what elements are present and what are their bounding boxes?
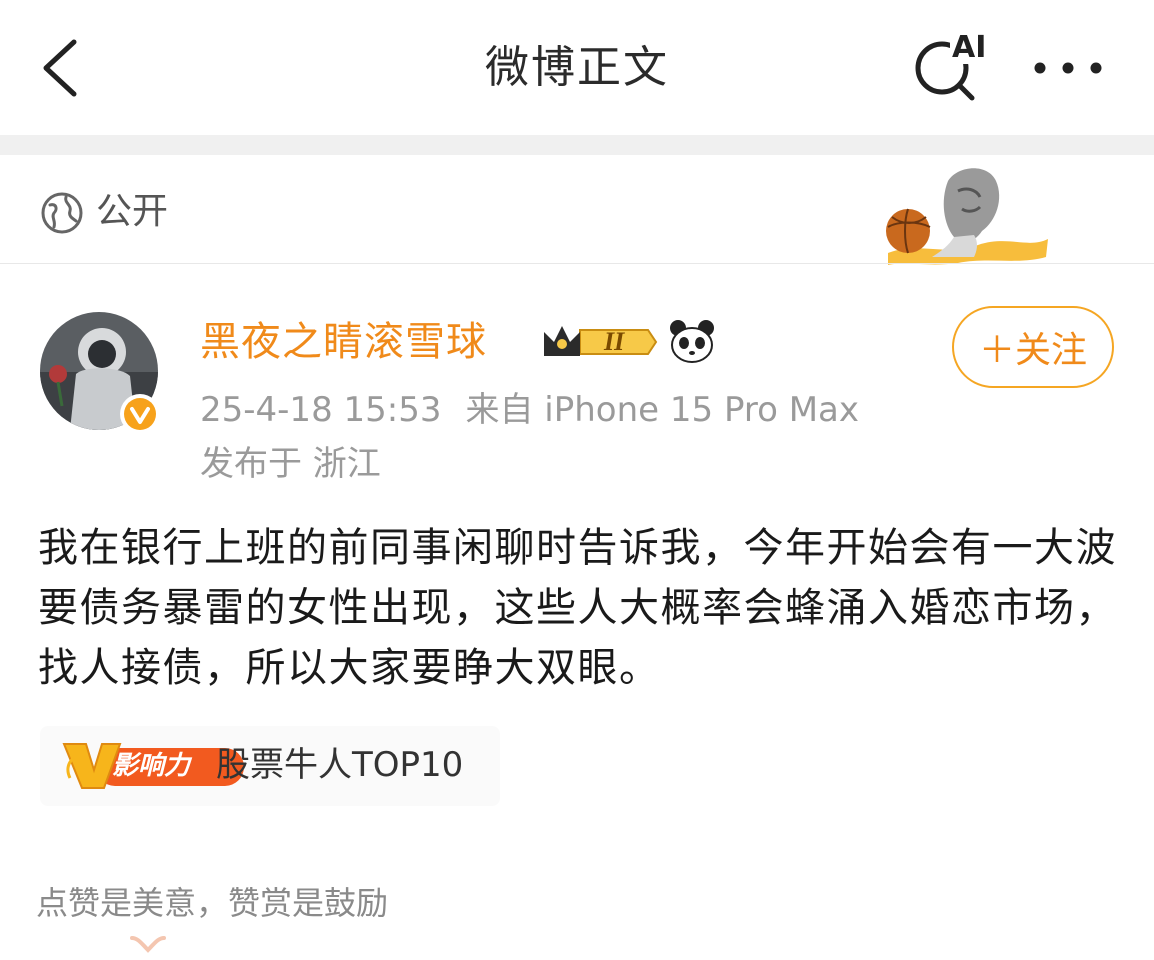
basketball-sticker-decoration — [886, 168, 1048, 265]
reward-heart-icon — [130, 936, 166, 953]
section-divider — [0, 135, 1154, 155]
post-meta: 25-4-18 15:53 来自 iPhone 15 Pro Max — [200, 384, 859, 436]
influence-tag[interactable]: 影响力 股票牛人TOP10 — [40, 726, 500, 806]
visibility-label: 公开 — [96, 191, 169, 232]
post-source: 来自 iPhone 15 Pro Max — [465, 390, 860, 430]
follow-button[interactable]: ＋关注 — [952, 306, 1114, 388]
more-button[interactable] — [1030, 56, 1110, 80]
post-timestamp: 25-4-18 15:53 — [200, 390, 442, 430]
ai-label: AI — [952, 30, 987, 65]
more-dots-icon — [1034, 62, 1102, 74]
reward-hint: 点赞是美意，赞赏是鼓励 — [36, 884, 389, 922]
divider-line — [0, 263, 1154, 264]
ai-search-button[interactable]: AI — [910, 30, 992, 104]
panda-icon — [670, 320, 714, 363]
influence-text: 股票牛人TOP10 — [216, 745, 464, 785]
top-nav-bar: 微博正文 AI — [0, 0, 1154, 135]
crown-level-icon — [544, 326, 658, 356]
globe-icon — [41, 192, 83, 234]
post-location: 发布于 浙江 — [200, 444, 381, 484]
author-name[interactable]: 黑夜之睛滚雪球 — [200, 312, 487, 372]
member-level-text: II — [604, 327, 625, 356]
verified-v-icon — [120, 394, 160, 434]
visibility-row: 公开 — [0, 155, 1154, 265]
post-content[interactable]: 我在银行上班的前同事闲聊时告诉我，今年开始会有一大波要债务暴雷的女性出现，这些人… — [38, 518, 1118, 698]
influence-badge-label: 影响力 — [112, 751, 191, 781]
member-level-badge[interactable]: II — [540, 320, 660, 364]
